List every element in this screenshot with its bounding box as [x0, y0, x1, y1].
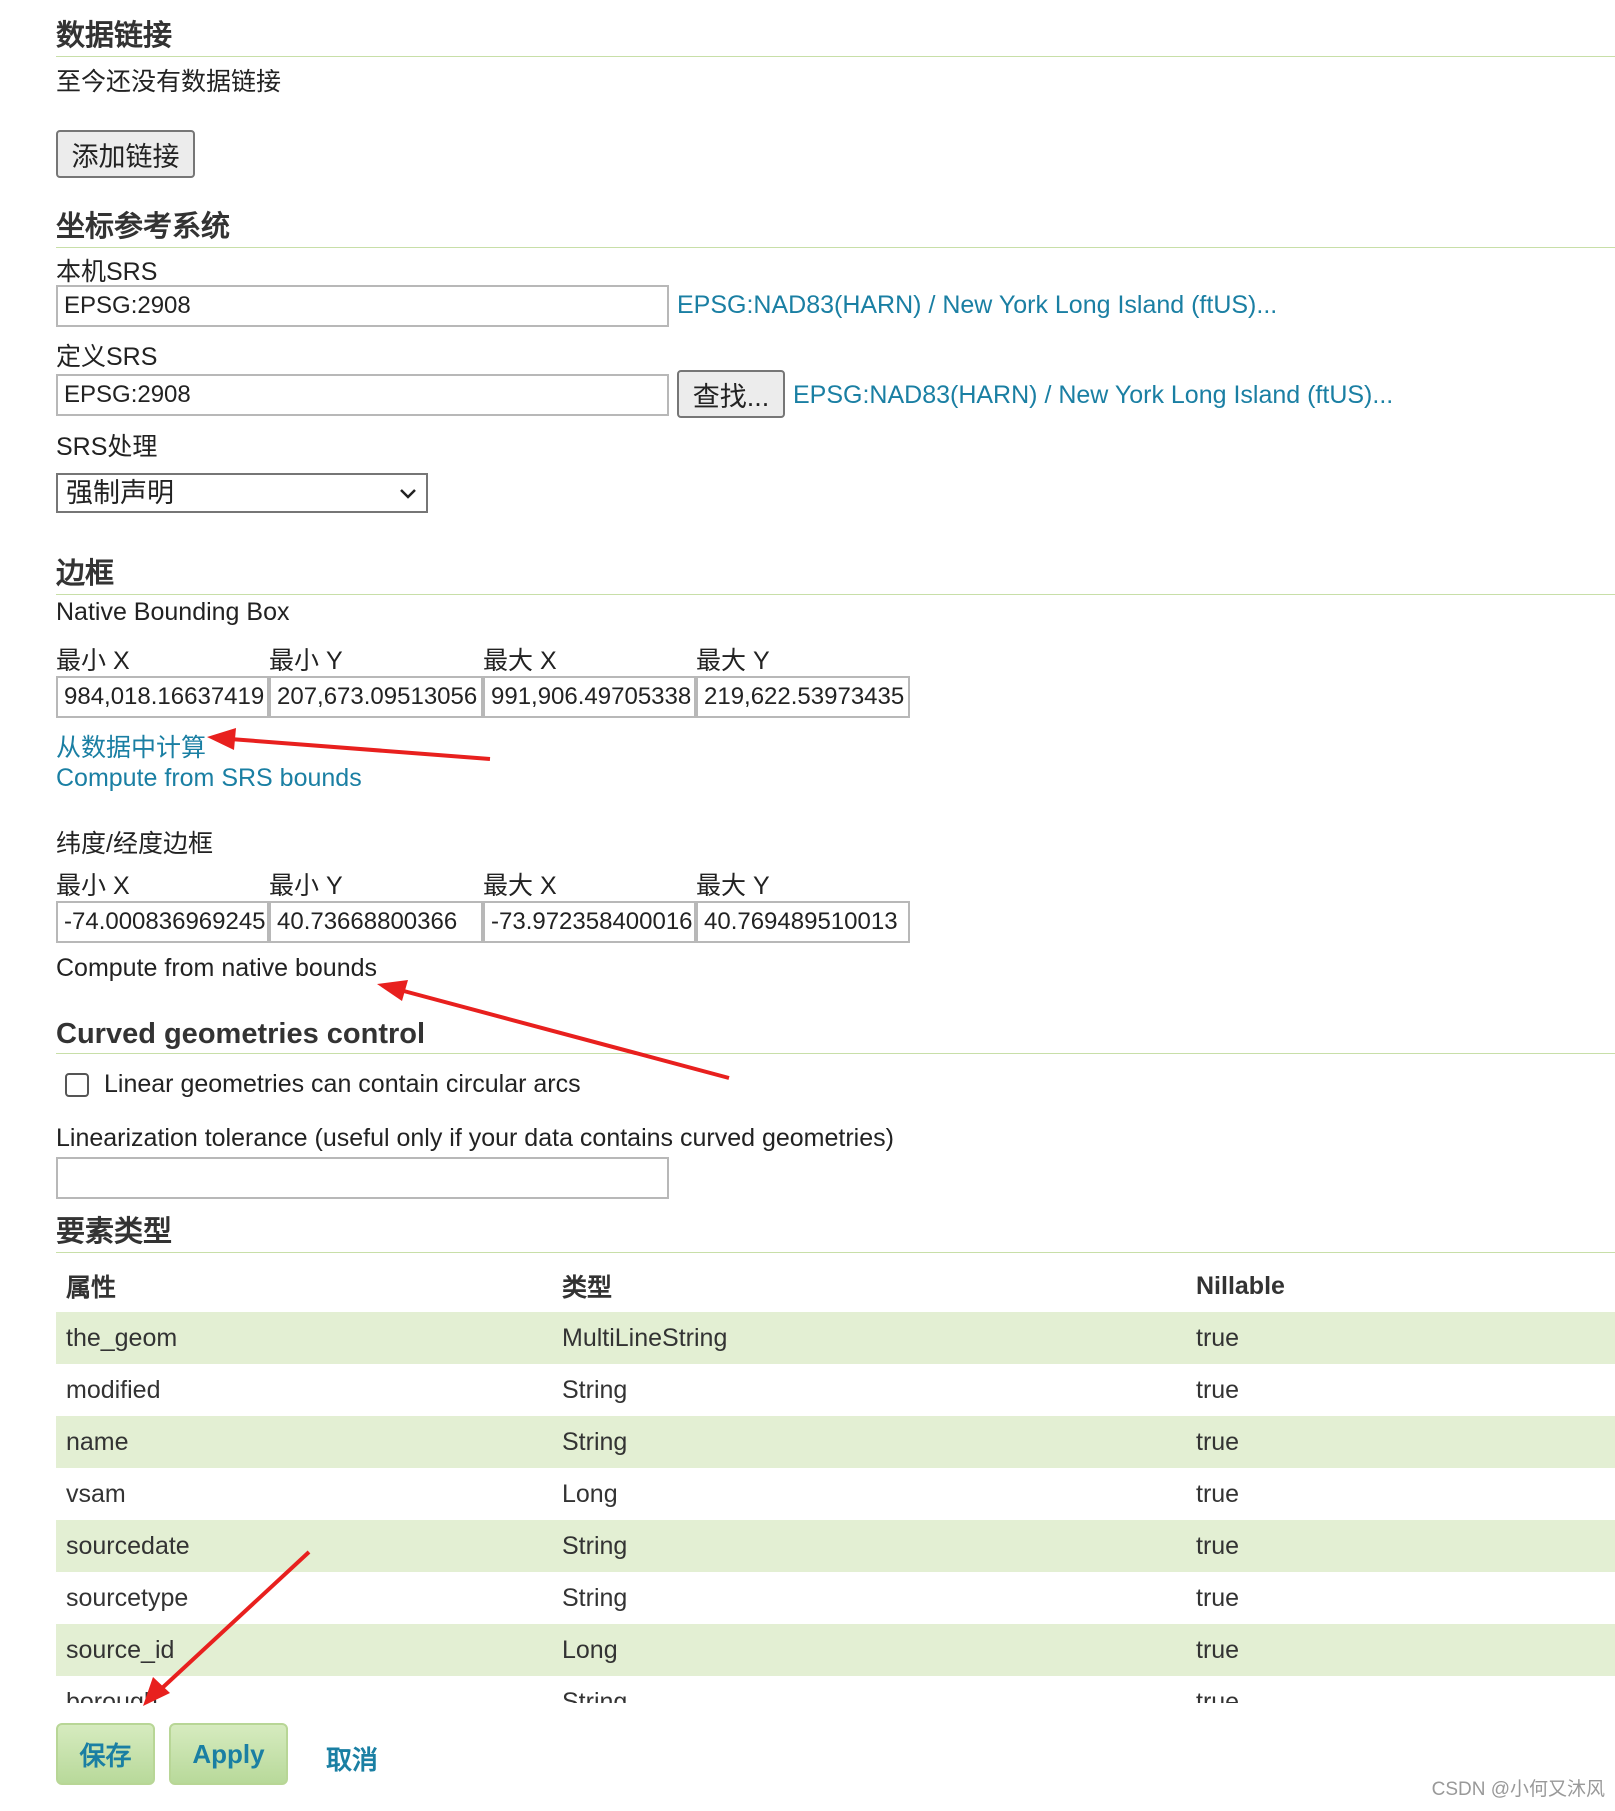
- table-row: borough String true: [56, 1676, 1615, 1704]
- no-data-links-text: 至今还没有数据链接: [56, 68, 282, 96]
- circular-arcs-checkbox[interactable]: [65, 1073, 89, 1097]
- cell-nillable: true: [1186, 1416, 1596, 1468]
- native-srs-link[interactable]: EPSG:NAD83(HARN) / New York Long Island …: [677, 291, 1277, 320]
- srs-handling-select[interactable]: 强制声明: [56, 473, 428, 513]
- native-minx-label: 最小 X: [56, 647, 130, 675]
- table-row: vsam Long true: [56, 1468, 1615, 1520]
- latlon-maxx-label: 最大 X: [483, 872, 557, 900]
- compute-from-native-link[interactable]: Compute from native bounds: [56, 954, 377, 983]
- layer-edit-page: 数据链接 至今还没有数据链接 添加链接 坐标参考系统 本机SRS EPSG:29…: [56, 0, 1615, 1811]
- cell-nillable: true: [1196, 1479, 1240, 1508]
- declared-srs-link[interactable]: EPSG:NAD83(HARN) / New York Long Island …: [793, 381, 1393, 410]
- feature-type-table: 属性 类型 Nillable the_geom MultiLineString …: [56, 1260, 1615, 1703]
- latlon-minx-field[interactable]: -74.000836969245: [56, 901, 269, 943]
- table-row: sourcedate String true: [56, 1520, 1615, 1572]
- native-miny-field[interactable]: 207,673.09513056: [269, 676, 483, 718]
- cell-type: String: [562, 1687, 628, 1704]
- native-bbox-label: Native Bounding Box: [56, 598, 290, 626]
- cell-nillable: true: [1196, 1375, 1240, 1404]
- cell-type: String: [562, 1583, 628, 1612]
- bbox-title: 边框: [56, 550, 1615, 595]
- native-maxy-field[interactable]: 219,622.53973435: [696, 676, 910, 718]
- latlon-bbox-label: 纬度/经度边框: [56, 830, 213, 858]
- crs-title: 坐标参考系统: [56, 203, 1615, 248]
- circular-arcs-label: Linear geometries can contain circular a…: [104, 1070, 581, 1098]
- native-miny-label: 最小 Y: [269, 647, 343, 675]
- table-row: sourcetype String true: [56, 1572, 1615, 1624]
- add-link-button[interactable]: 添加链接: [56, 130, 195, 178]
- cell-name: the_geom: [56, 1312, 552, 1364]
- save-button[interactable]: 保存: [56, 1723, 155, 1785]
- feature-type-title: 要素类型: [56, 1208, 1615, 1253]
- col-header-attribute: 属性: [66, 1274, 117, 1302]
- latlon-miny-label: 最小 Y: [269, 872, 343, 900]
- cell-name: borough: [66, 1687, 158, 1704]
- feature-type-table-wrap: 属性 类型 Nillable the_geom MultiLineString …: [56, 1260, 1615, 1703]
- tolerance-label: Linearization tolerance (useful only if …: [56, 1124, 894, 1152]
- cancel-link[interactable]: 取消: [326, 1740, 378, 1777]
- cell-name: sourcedate: [56, 1520, 552, 1572]
- col-header-nillable: Nillable: [1196, 1271, 1285, 1300]
- compute-from-srs-link[interactable]: Compute from SRS bounds: [56, 764, 362, 793]
- declared-srs-label: 定义SRS: [56, 343, 158, 371]
- table-row: the_geom MultiLineString true: [56, 1312, 1615, 1364]
- cell-nillable: true: [1186, 1312, 1596, 1364]
- table-row: name String true: [56, 1416, 1615, 1468]
- native-maxx-field[interactable]: 991,906.49705338: [483, 676, 696, 718]
- col-header-cut-off: [1596, 1260, 1615, 1312]
- find-srs-button[interactable]: 查找...: [677, 370, 785, 418]
- latlon-maxx-field[interactable]: -73.972358400016: [483, 901, 696, 943]
- cell-name: sourcetype: [66, 1583, 189, 1612]
- cell-type: String: [562, 1375, 628, 1404]
- cell-nillable: true: [1196, 1583, 1240, 1612]
- native-maxx-label: 最大 X: [483, 647, 557, 675]
- cell-type: String: [552, 1520, 1186, 1572]
- cell-name: modified: [66, 1375, 161, 1404]
- cell-nillable: true: [1196, 1687, 1240, 1704]
- tolerance-field[interactable]: [56, 1157, 669, 1199]
- compute-from-data-link[interactable]: 从数据中计算: [56, 728, 206, 764]
- latlon-minx-label: 最小 X: [56, 872, 130, 900]
- declared-srs-field[interactable]: EPSG:2908: [56, 374, 669, 416]
- cell-name: name: [56, 1416, 552, 1468]
- cell-type: MultiLineString: [552, 1312, 1186, 1364]
- latlon-maxy-label: 最大 Y: [696, 872, 770, 900]
- native-maxy-label: 最大 Y: [696, 647, 770, 675]
- apply-button[interactable]: Apply: [169, 1723, 288, 1785]
- cell-nillable: true: [1186, 1520, 1596, 1572]
- data-links-title: 数据链接: [56, 12, 1615, 57]
- srs-handling-value: 强制声明: [66, 478, 174, 508]
- curved-title: Curved geometries control: [56, 1018, 1615, 1054]
- native-srs-label: 本机SRS: [56, 258, 158, 286]
- cell-name: source_id: [56, 1624, 552, 1676]
- srs-handling-label: SRS处理: [56, 433, 158, 461]
- csdn-watermark: CSDN @小何又沐风: [1431, 1779, 1605, 1800]
- chevron-down-icon: [400, 489, 416, 499]
- latlon-maxy-field[interactable]: 40.769489510013: [696, 901, 910, 943]
- latlon-miny-field[interactable]: 40.73668800366: [269, 901, 483, 943]
- cell-type: Long: [562, 1479, 618, 1508]
- cell-nillable: true: [1186, 1624, 1596, 1676]
- native-minx-field[interactable]: 984,018.16637419: [56, 676, 269, 718]
- table-row: source_id Long true: [56, 1624, 1615, 1676]
- cell-type: Long: [552, 1624, 1186, 1676]
- cell-type: String: [552, 1416, 1186, 1468]
- col-header-type: 类型: [562, 1274, 613, 1302]
- native-srs-field[interactable]: EPSG:2908: [56, 285, 669, 327]
- cell-name: vsam: [66, 1479, 126, 1508]
- table-row: modified String true: [56, 1364, 1615, 1416]
